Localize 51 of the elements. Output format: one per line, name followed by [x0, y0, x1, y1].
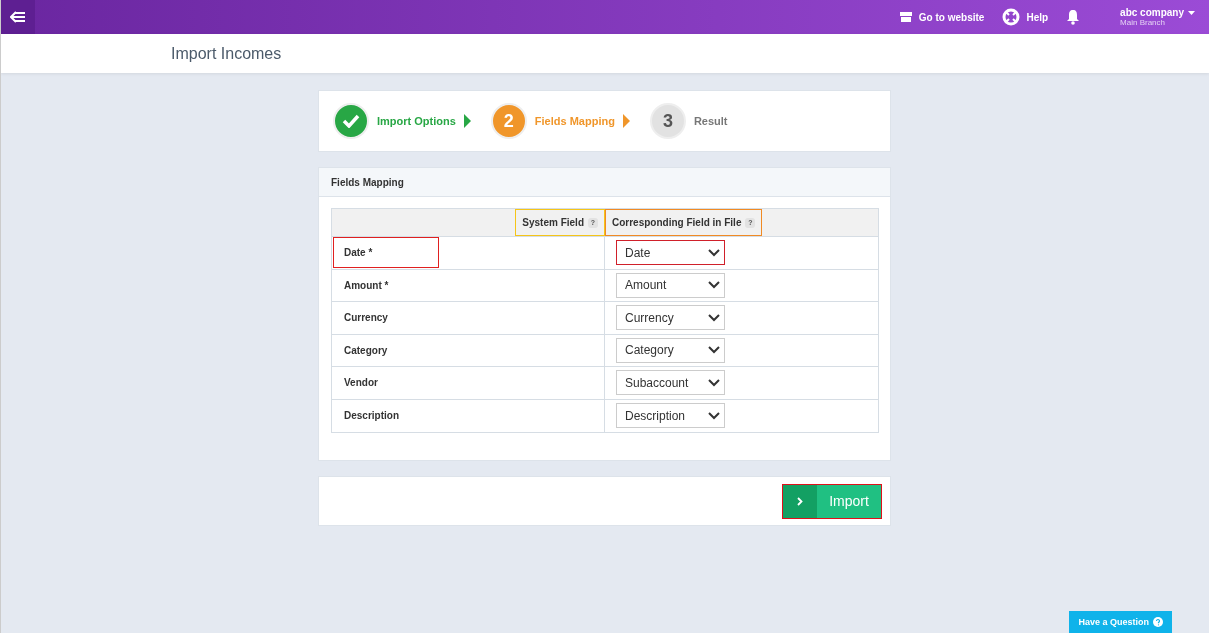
- header-label: Corresponding Field in File: [612, 217, 742, 228]
- link-label: Go to website: [918, 11, 985, 23]
- arrow-right-icon: [622, 114, 630, 128]
- help-icon: [1153, 617, 1163, 627]
- menu-button[interactable]: [1, 0, 35, 34]
- field-name: Date *: [333, 237, 439, 269]
- select-value: Currency: [625, 310, 674, 325]
- field-select[interactable]: Subaccount: [616, 370, 725, 396]
- topbar-link[interactable]: Help: [1002, 8, 1049, 26]
- arrow-right-icon: [463, 114, 471, 128]
- lifebuoy-icon: [1002, 8, 1021, 26]
- step-label: Import Options: [377, 115, 456, 127]
- check-icon: [342, 114, 360, 128]
- field-select[interactable]: Amount: [616, 272, 725, 298]
- card-title: Fields Mapping: [319, 168, 890, 197]
- chevron-down-icon: [708, 346, 720, 355]
- chevron-down-icon: [708, 281, 720, 290]
- branch-name: Main Branch: [1120, 18, 1166, 27]
- field-select[interactable]: Description: [616, 403, 725, 429]
- field-select[interactable]: Date: [616, 240, 725, 266]
- link-label: Help: [1026, 11, 1049, 23]
- step-number: 2: [503, 110, 514, 132]
- select-value: Category: [625, 343, 674, 358]
- select-value: Description: [625, 408, 686, 423]
- select-value: Amount: [625, 278, 667, 293]
- header-label: System Field: [522, 217, 584, 228]
- step-number: 3: [662, 110, 673, 132]
- chevron-down-icon: [708, 411, 720, 420]
- topbar-link[interactable]: Go to website: [898, 11, 985, 23]
- store-icon: [898, 11, 913, 23]
- chevron-down-icon: [708, 378, 720, 387]
- company-menu[interactable]: abc company Main Branch: [1120, 7, 1195, 27]
- page-title: Import Incomes: [171, 44, 282, 63]
- field-name: Currency: [343, 311, 389, 326]
- field-select[interactable]: Category: [616, 337, 725, 363]
- field-name: Description: [343, 409, 400, 424]
- field-name: Category: [343, 343, 389, 358]
- menu-collapse-icon: [10, 11, 26, 23]
- field-name: Amount *: [343, 278, 390, 293]
- field-select[interactable]: Currency: [616, 305, 725, 331]
- step-label: Result: [693, 115, 728, 127]
- chevron-right-icon: [797, 496, 803, 506]
- chevron-down-icon: [708, 248, 720, 257]
- notification-bell-icon[interactable]: [1066, 9, 1081, 25]
- chevron-down-icon: [708, 313, 720, 322]
- field-name: Vendor: [343, 376, 379, 391]
- company-name: abc company: [1120, 7, 1195, 18]
- step-label: Fields Mapping: [534, 115, 615, 127]
- caret-down-icon: [1188, 11, 1195, 16]
- select-value: Subaccount: [625, 375, 689, 390]
- select-value: Date: [625, 245, 651, 260]
